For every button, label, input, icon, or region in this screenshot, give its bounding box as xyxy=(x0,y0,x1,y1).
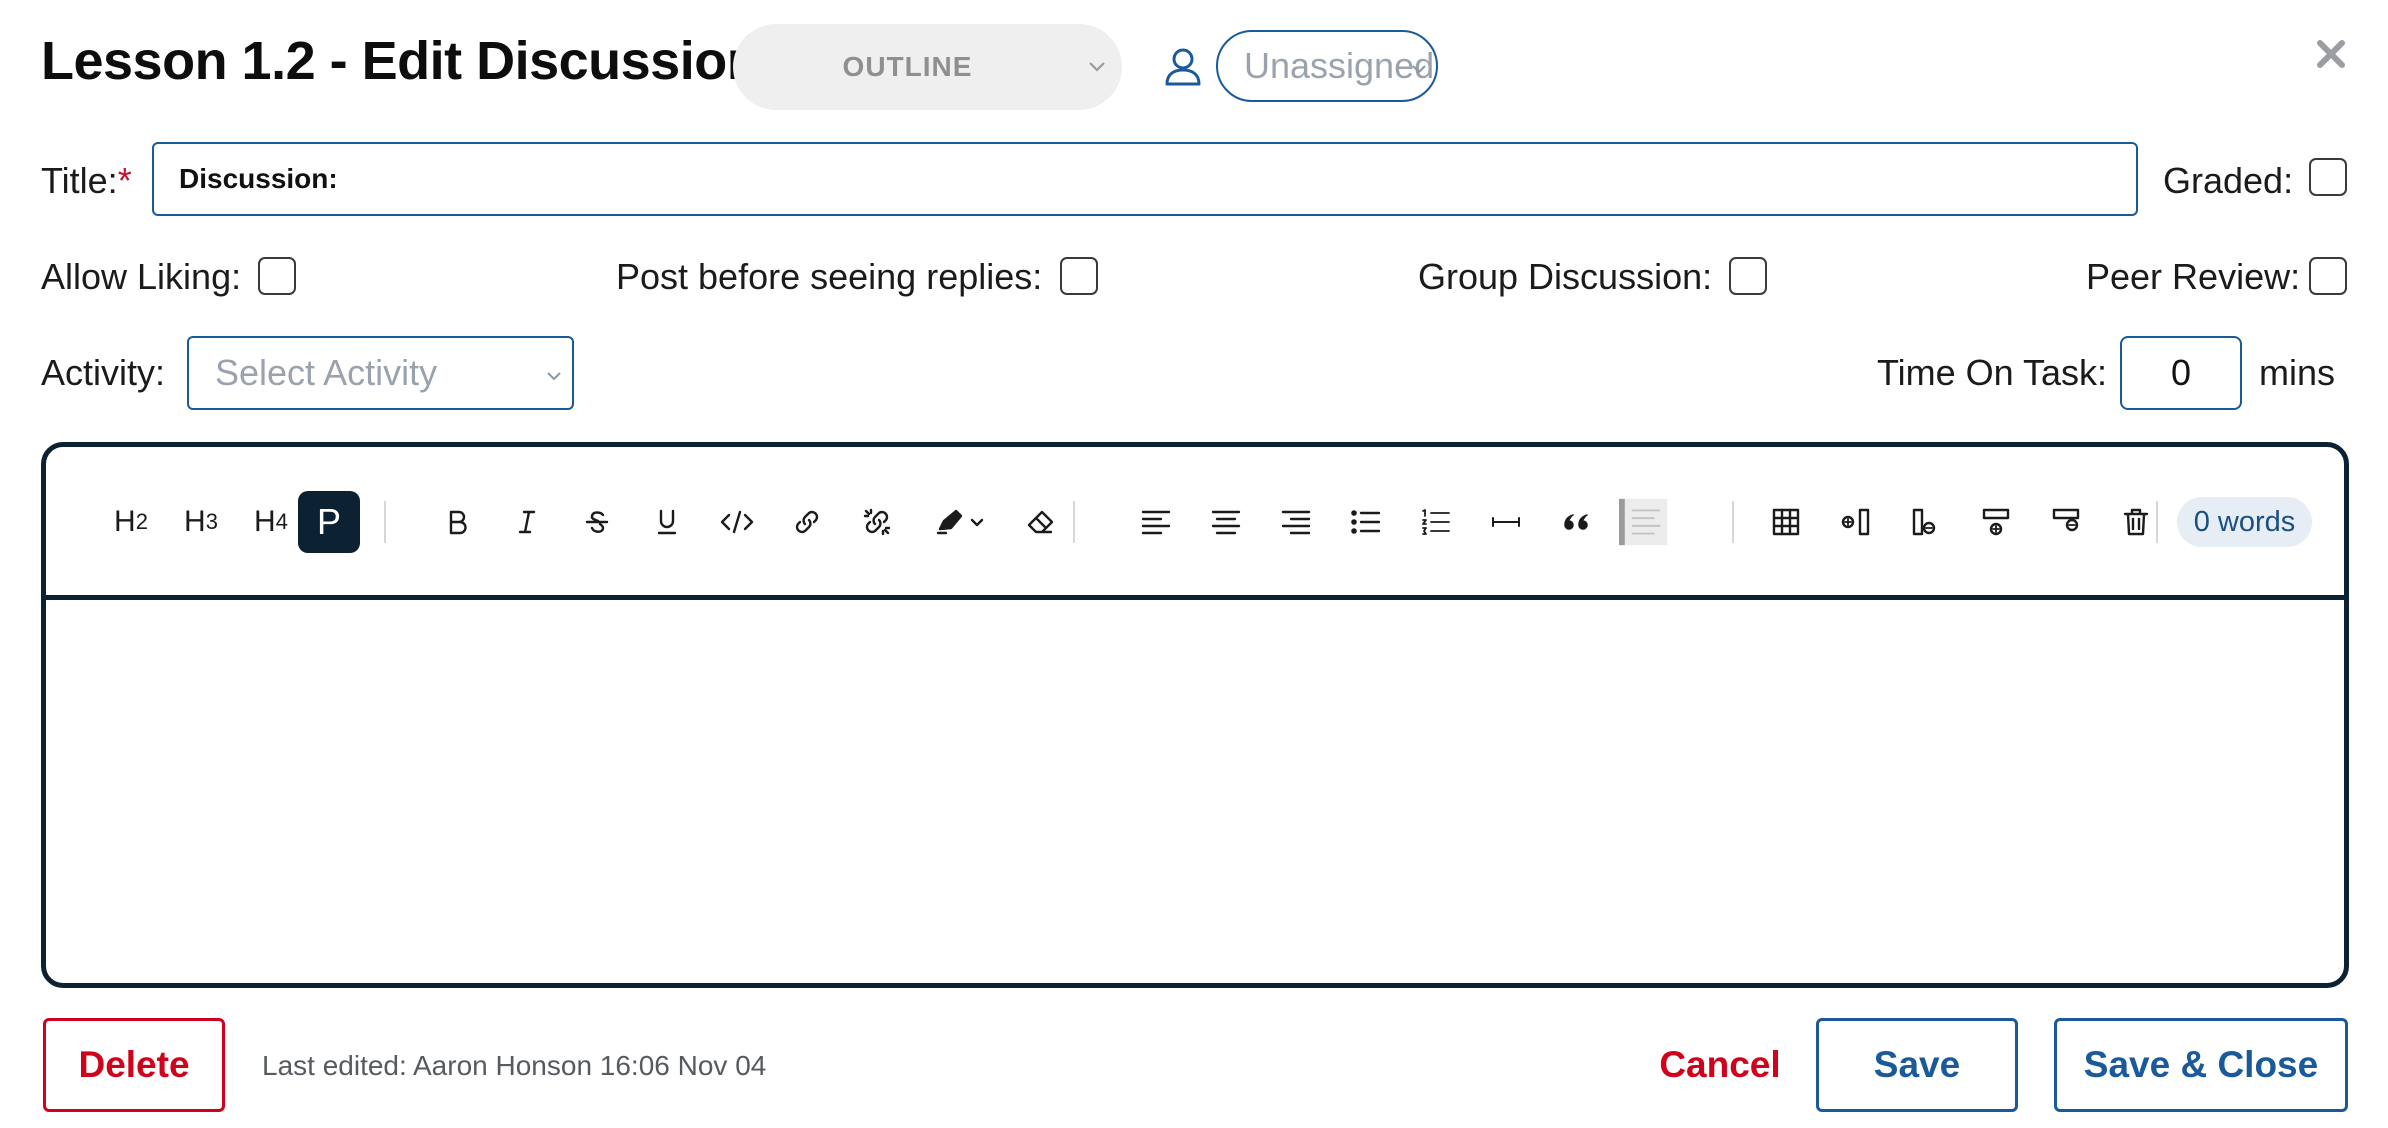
delete-column-button[interactable] xyxy=(1899,491,1953,553)
time-on-task-input[interactable]: 0 xyxy=(2120,336,2242,410)
allow-liking-label: Allow Liking: xyxy=(41,256,242,297)
peer-review-checkbox[interactable] xyxy=(2309,257,2347,295)
assignee-select[interactable]: Unassigned xyxy=(1216,30,1438,102)
paragraph-button[interactable]: P xyxy=(298,491,360,553)
chevron-down-icon xyxy=(1089,62,1105,72)
unlink-button[interactable] xyxy=(850,491,904,553)
chevron-down-icon xyxy=(547,372,561,381)
eraser-icon xyxy=(1027,510,1054,534)
group-discussion-checkbox[interactable] xyxy=(1729,257,1767,295)
editor-toolbar: H2 H3 H4 P 0 words xyxy=(46,447,2344,600)
delete-column-icon xyxy=(1912,508,1936,536)
title-input-value: Discussion: xyxy=(179,163,338,194)
activity-placeholder: Select Activity xyxy=(215,352,438,393)
link-button[interactable] xyxy=(780,491,834,553)
word-count-badge: 0 words xyxy=(2177,497,2312,547)
time-on-task-value: 0 xyxy=(2170,352,2192,393)
heading-3-button[interactable]: H3 xyxy=(170,491,232,553)
indent-button xyxy=(1619,491,1673,553)
delete-button[interactable]: Delete xyxy=(43,1018,225,1112)
heading-2-button[interactable]: H2 xyxy=(100,491,162,553)
toolbar-divider xyxy=(2156,501,2158,543)
required-mark: * xyxy=(117,160,132,201)
table-icon xyxy=(1772,508,1800,536)
bullet-list-icon xyxy=(1351,510,1381,534)
align-right-button[interactable] xyxy=(1269,491,1323,553)
delete-row-icon xyxy=(2052,508,2080,532)
activity-select[interactable]: Select Activity xyxy=(187,336,574,410)
title-label: Title:* xyxy=(41,160,132,201)
status-value: OUTLINE xyxy=(842,51,973,82)
peer-review-label: Peer Review: xyxy=(2086,256,2301,297)
group-discussion-label: Group Discussion: xyxy=(1418,256,1713,297)
bold-icon xyxy=(449,510,467,535)
italic-button[interactable] xyxy=(500,491,554,553)
code-button[interactable] xyxy=(710,491,764,553)
clear-format-button[interactable] xyxy=(1014,491,1068,553)
align-center-icon xyxy=(1211,510,1241,535)
unlink-icon xyxy=(863,508,891,536)
link-icon xyxy=(795,510,819,534)
bullet-list-button[interactable] xyxy=(1339,491,1393,553)
delete-table-button[interactable] xyxy=(2109,491,2163,553)
horizontal-rule-icon xyxy=(1492,517,1520,527)
numbered-list-icon xyxy=(1422,509,1450,535)
user-icon xyxy=(1165,48,1201,86)
highlight-button[interactable] xyxy=(920,491,1000,553)
save-and-close-button[interactable]: Save & Close xyxy=(2054,1018,2348,1112)
time-unit-label: mins xyxy=(2259,352,2336,393)
align-center-button[interactable] xyxy=(1199,491,1253,553)
blockquote-button[interactable] xyxy=(1549,491,1603,553)
allow-liking-checkbox[interactable] xyxy=(258,257,296,295)
toolbar-divider xyxy=(1073,501,1075,543)
cancel-button[interactable]: Cancel xyxy=(1655,1030,1785,1100)
last-edited-text: Last edited: Aaron Honson 16:06 Nov 04 xyxy=(262,1050,767,1081)
heading-4-button[interactable]: H4 xyxy=(240,491,302,553)
indent-block-icon xyxy=(1619,498,1668,546)
align-left-icon xyxy=(1141,510,1171,535)
save-button[interactable]: Save xyxy=(1816,1018,2018,1112)
quote-icon xyxy=(1564,514,1588,530)
post-before-label: Post before seeing replies: xyxy=(616,256,1043,297)
italic-icon xyxy=(518,510,536,534)
rich-text-editor: H2 H3 H4 P 0 words xyxy=(41,442,2349,988)
underline-icon xyxy=(657,509,677,535)
add-column-button[interactable] xyxy=(1829,491,1883,553)
highlighter-icon xyxy=(936,509,984,535)
trash-icon xyxy=(2123,508,2149,536)
chevron-down-icon xyxy=(1412,65,1426,74)
toolbar-divider xyxy=(1732,501,1734,543)
toolbar-divider xyxy=(384,501,386,543)
horizontal-rule-button[interactable] xyxy=(1479,491,1533,553)
editor-content-area[interactable] xyxy=(46,600,2344,983)
align-left-button[interactable] xyxy=(1129,491,1183,553)
add-row-icon xyxy=(1982,508,2010,536)
add-row-button[interactable] xyxy=(1969,491,2023,553)
activity-label: Activity: xyxy=(41,352,166,393)
add-column-icon xyxy=(1841,508,1870,536)
post-before-checkbox[interactable] xyxy=(1060,257,1098,295)
status-select[interactable]: OUTLINE xyxy=(733,24,1122,110)
align-right-icon xyxy=(1281,510,1311,535)
close-icon[interactable] xyxy=(2313,36,2349,72)
graded-label: Graded: xyxy=(2163,160,2294,201)
underline-button[interactable] xyxy=(640,491,694,553)
delete-row-button[interactable] xyxy=(2039,491,2093,553)
strikethrough-icon xyxy=(585,511,609,533)
numbered-list-button[interactable] xyxy=(1409,491,1463,553)
graded-checkbox[interactable] xyxy=(2309,158,2347,196)
title-input[interactable]: Discussion: xyxy=(152,142,2138,216)
code-icon xyxy=(720,510,754,534)
page-title: Lesson 1.2 - Edit Discussion xyxy=(41,31,760,91)
strikethrough-button[interactable] xyxy=(570,491,624,553)
bold-button[interactable] xyxy=(430,491,484,553)
time-on-task-label: Time On Task: xyxy=(1877,352,2108,393)
insert-table-button[interactable] xyxy=(1759,491,1813,553)
